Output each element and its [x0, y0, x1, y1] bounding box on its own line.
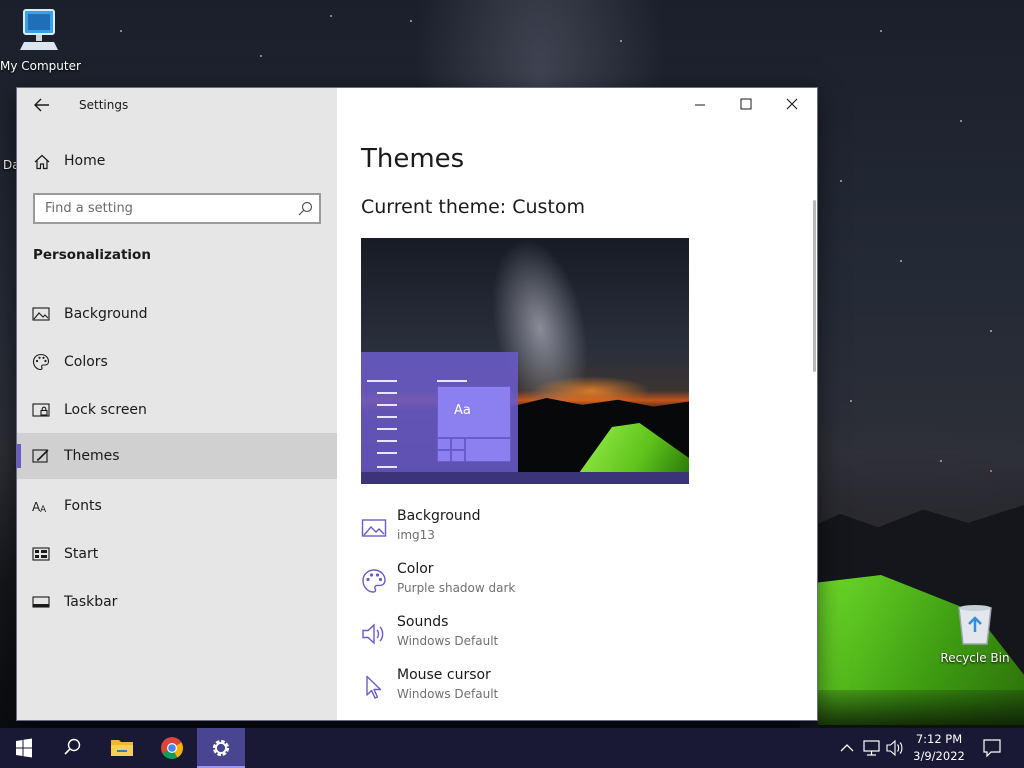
taskbar-file-explorer[interactable] [98, 728, 146, 768]
theme-preview: Aa [361, 238, 689, 484]
action-center-icon [983, 739, 1001, 758]
maximize-button[interactable] [723, 88, 769, 120]
sidebar-item-lock-screen[interactable]: Lock screen [17, 387, 337, 433]
chrome-icon [161, 737, 183, 759]
picture-icon [361, 519, 387, 537]
desktop-icon-my-computer[interactable]: My Computer [0, 8, 81, 73]
sidebar-item-label: Fonts [64, 498, 102, 514]
speaker-icon [362, 623, 384, 645]
home-icon [34, 154, 50, 170]
sidebar-item-home[interactable]: Home [17, 146, 337, 176]
desktop-icon-label: Recycle Bin [940, 651, 1010, 665]
preview-tile: Aa [437, 386, 511, 438]
mouse-pointer-icon [366, 675, 382, 699]
settings-window: Settings Home Personalization Background [16, 87, 818, 721]
sidebar-item-label: Home [64, 153, 106, 169]
back-button[interactable] [30, 94, 54, 116]
maximize-icon [740, 98, 752, 110]
settings-sidebar: Settings Home Personalization Background [17, 88, 337, 720]
minimize-button[interactable] [677, 88, 723, 120]
theme-setting-color[interactable]: Color Purple shadow dark [361, 561, 801, 605]
taskbar-icon [32, 596, 50, 608]
computer-icon [20, 9, 58, 50]
sidebar-item-label: Taskbar [64, 594, 118, 610]
search-icon [64, 738, 81, 755]
theme-setting-mouse-cursor[interactable]: Mouse cursor Windows Default [361, 667, 801, 711]
sidebar-item-label: Lock screen [64, 402, 147, 418]
current-theme-heading: Current theme: Custom [361, 196, 586, 218]
sidebar-item-label: Colors [64, 354, 108, 370]
theme-setting-name: Mouse cursor [397, 667, 491, 683]
start-layout-icon [32, 547, 50, 561]
themes-brush-icon [32, 449, 49, 463]
theme-setting-name: Color [397, 561, 434, 577]
tray-overflow-button[interactable] [836, 728, 858, 768]
fonts-icon: A A [32, 500, 47, 515]
preview-start-menu: Aa [361, 352, 518, 484]
close-icon [786, 98, 798, 110]
chevron-up-icon [840, 744, 854, 752]
volume-icon [886, 739, 903, 757]
sidebar-item-label: Start [64, 546, 99, 562]
theme-setting-sounds[interactable]: Sounds Windows Default [361, 614, 801, 658]
search-setting-box[interactable] [33, 193, 321, 224]
preview-tile-text: Aa [454, 403, 471, 418]
clock-date: 3/9/2022 [913, 749, 965, 763]
action-center-button[interactable] [978, 728, 1006, 768]
theme-setting-value: Windows Default [397, 687, 499, 701]
preview-taskbar [361, 472, 689, 484]
search-icon [298, 201, 313, 216]
theme-setting-background[interactable]: Background img13 [361, 508, 801, 552]
sidebar-item-start[interactable]: Start [17, 531, 337, 577]
sidebar-item-colors[interactable]: Colors [17, 339, 337, 385]
themes-content-pane: Themes Current theme: Custom Aa Backgrou… [337, 88, 817, 720]
start-button[interactable] [0, 728, 48, 768]
taskbar-search-button[interactable] [48, 728, 96, 768]
search-input[interactable] [35, 195, 291, 222]
sidebar-item-background[interactable]: Background [17, 291, 337, 337]
desktop-icon-recycle-bin[interactable]: Recycle Bin [940, 602, 1010, 665]
theme-setting-value: Windows Default [397, 634, 499, 648]
back-arrow-icon [34, 98, 49, 112]
settings-gear-icon [212, 739, 230, 757]
clock-time: 7:12 PM [915, 732, 963, 746]
theme-setting-value: Purple shadow dark [397, 581, 516, 595]
section-title: Personalization [33, 247, 151, 263]
theme-setting-name: Background [397, 508, 481, 524]
windows-start-icon [16, 738, 32, 758]
page-title: Themes [361, 144, 465, 174]
minimize-icon [695, 104, 705, 106]
theme-setting-name: Sounds [397, 614, 449, 630]
lock-screen-icon [32, 403, 50, 417]
file-explorer-icon [111, 740, 133, 756]
palette-icon [362, 569, 386, 593]
recycle-bin-icon [958, 605, 992, 645]
taskbar-chrome[interactable] [148, 728, 196, 768]
sidebar-item-taskbar[interactable]: Taskbar [17, 579, 337, 625]
svg-text:A: A [40, 505, 47, 515]
tray-volume-button[interactable] [884, 728, 906, 768]
theme-setting-value: img13 [397, 528, 435, 542]
scrollbar-thumb[interactable] [813, 200, 816, 372]
sidebar-item-fonts[interactable]: A A Fonts [17, 483, 337, 529]
taskbar-settings[interactable] [197, 728, 245, 768]
picture-icon [32, 307, 50, 321]
network-icon [863, 740, 880, 756]
palette-icon [32, 353, 50, 371]
close-button[interactable] [769, 88, 815, 120]
taskbar-clock[interactable]: 7:12 PM 3/9/2022 [904, 731, 974, 765]
tray-network-button[interactable] [860, 728, 884, 768]
sidebar-item-label: Background [64, 306, 148, 322]
desktop-icon-label: My Computer [0, 59, 81, 73]
taskbar: 7:12 PM 3/9/2022 [0, 728, 1024, 768]
sidebar-item-themes[interactable]: Themes [17, 433, 337, 479]
window-title: Settings [79, 98, 129, 112]
sidebar-item-label: Themes [64, 448, 120, 464]
